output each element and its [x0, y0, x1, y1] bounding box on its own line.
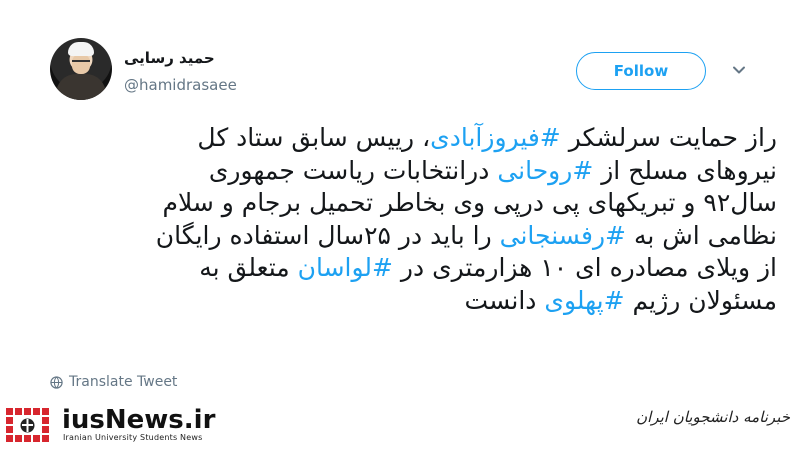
follow-button[interactable]: Follow: [576, 52, 706, 90]
hashtag-link[interactable]: #لواسان: [298, 253, 393, 282]
author-avatar[interactable]: [50, 38, 112, 100]
tweet-text-segment: متعلق به: [199, 253, 298, 282]
tweet-line: سال۹۲ و تبریکهای پی درپی وی بخاطر تحمیل …: [40, 187, 778, 220]
tweet-text-segment: درانتخابات ریاست جمهوری: [208, 155, 498, 185]
avatar-turban: [68, 42, 94, 56]
hashtag-link[interactable]: #روحانی: [497, 156, 593, 185]
brand-watermark: iusNews.ir Iranian University Students N…: [0, 400, 220, 449]
tweet-text-segment: نیروهای مسلح از: [593, 155, 777, 185]
avatar-robe: [56, 74, 106, 100]
brand-name: iusNews.ir: [62, 405, 216, 435]
author-handle[interactable]: @hamidrasaee: [124, 76, 237, 94]
brand-logo: [2, 404, 52, 448]
tweet-line: از ویلای مصادره ای ۱۰ هزارمتری در #لواسا…: [40, 252, 777, 285]
tweet-text-segment: راز حمایت سرلشکر: [560, 123, 777, 152]
tweet-line: نیروهای مسلح از #روحانی درانتخابات ریاست…: [40, 155, 777, 188]
translate-label[interactable]: Translate Tweet: [69, 374, 177, 390]
tweet-line: مسئولان رژیم #پهلوی دانست: [40, 285, 777, 318]
tweet-text-segment: دانست: [464, 285, 545, 315]
tweet-text-segment: ، رییس سابق ستاد کل: [197, 123, 431, 152]
translate-tweet-link[interactable]: Translate Tweet: [50, 374, 177, 390]
tweet-text-segment: را باید در ۲۵سال استفاده رایگان: [155, 220, 500, 250]
tweet-text-segment: مسئولان رژیم: [624, 285, 777, 315]
tweet-text-segment: نظامی اش به: [626, 220, 777, 250]
hashtag-link[interactable]: #رفسنجانی: [500, 221, 626, 250]
tweet-line: راز حمایت سرلشکر #فیروزآبادی، رییس سابق …: [40, 122, 777, 155]
tweet-text-segment: از ویلای مصادره ای ۱۰ هزارمتری در: [392, 253, 777, 282]
avatar-glasses: [72, 60, 90, 66]
chevron-down-icon[interactable]: [732, 63, 746, 77]
tweet-line: نظامی اش به #رفسنجانی را باید در ۲۵سال ا…: [40, 220, 777, 253]
agency-signature: خبرنامه دانشجویان ایران: [636, 408, 790, 426]
brand-tagline: Iranian University Students News: [63, 433, 203, 442]
tweet-text: راز حمایت سرلشکر #فیروزآبادی، رییس سابق …: [40, 122, 777, 317]
author-display-name[interactable]: حمید رسایی: [124, 49, 215, 67]
globe-icon: [50, 375, 63, 389]
hashtag-link[interactable]: #پهلوی: [544, 286, 624, 315]
tweet-text-segment: سال۹۲ و تبریکهای پی درپی وی بخاطر تحمیل …: [162, 188, 778, 217]
hashtag-link[interactable]: #فیروزآبادی: [430, 123, 561, 152]
